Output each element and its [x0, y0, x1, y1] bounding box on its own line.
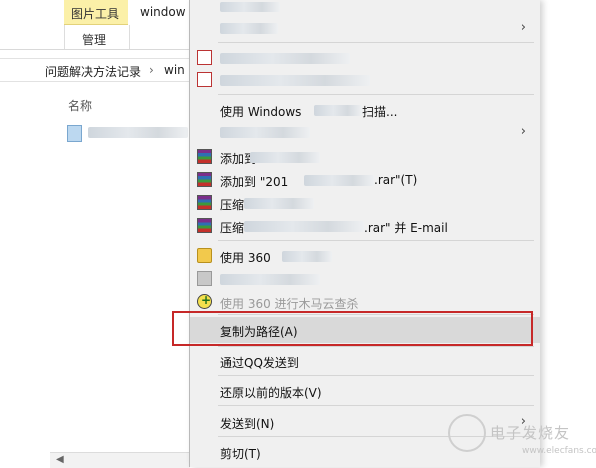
document-icon [197, 50, 212, 65]
picture-tools-label: 图片工具 [71, 7, 120, 21]
horizontal-scrollbar[interactable]: ◀ [50, 452, 190, 468]
blurred-label [220, 23, 278, 34]
manage-tab[interactable]: 管理 [64, 25, 130, 49]
menu-item-send-via-qq[interactable]: 通过QQ发送到 [190, 349, 540, 373]
menu-item-label: 剪切(T) [220, 447, 261, 461]
manage-tab-label: 管理 [82, 33, 107, 47]
blurred-label [220, 53, 350, 64]
menu-item-blurred-1[interactable] [190, 46, 540, 70]
360-security-icon [197, 248, 212, 263]
menu-item-add-to-rar[interactable]: 添加到 "201 .rar"(T) [190, 168, 540, 192]
menu-separator [218, 94, 534, 95]
blurred-label [244, 221, 364, 232]
column-header-name[interactable]: 名称 [68, 97, 92, 114]
context-menu: › 使用 Windows 扫描... › 添加到 添加到 "201 .rar"(… [189, 0, 540, 467]
explorer-window: 图片工具 管理 window 问题解决方法记录 › win 名称 ◀ [0, 0, 190, 468]
menu-item-give-access[interactable]: › [190, 120, 540, 144]
menu-item-label: 使用 360 进行木马云查杀 [220, 297, 359, 311]
menu-item-compress-rar-email[interactable]: 压缩 .rar" 并 E-mail [190, 214, 540, 238]
menu-item-blurred-2[interactable] [190, 68, 540, 92]
menu-item-label: 使用 Windows [220, 105, 302, 119]
blurred-label [220, 75, 370, 86]
menu-item-use-360[interactable]: 使用 360 [190, 244, 540, 268]
menu-item-add-to-archive[interactable]: 添加到 [190, 145, 540, 169]
menu-separator [218, 240, 534, 241]
winrar-icon [197, 195, 212, 210]
blurred-label [220, 127, 310, 138]
blurred-label [220, 2, 280, 12]
blurred-label [220, 274, 320, 285]
menu-separator [218, 375, 534, 376]
scroll-left-icon[interactable]: ◀ [56, 454, 64, 465]
menu-item-compress-email[interactable]: 压缩 [190, 191, 540, 215]
menu-item-label: 使用 360 [220, 251, 271, 265]
breadcrumb-folder[interactable]: 问题解决方法记录 [45, 63, 141, 80]
menu-item-label: 压缩 [220, 221, 245, 235]
menu-separator [218, 405, 534, 406]
ribbon-divider [0, 49, 190, 50]
breadcrumb-folder-current[interactable]: win [164, 63, 185, 77]
menu-item-label: 压缩 [220, 198, 245, 212]
menu-separator [218, 42, 534, 43]
menu-item-blurred-3[interactable] [190, 267, 540, 291]
watermark-text: 电子发烧友 [490, 424, 571, 442]
chevron-right-icon: › [520, 20, 526, 35]
window-title: window [140, 5, 186, 19]
shredder-icon [197, 271, 212, 286]
blurred-label [314, 105, 362, 116]
menu-separator [218, 346, 534, 347]
blurred-label [244, 198, 314, 209]
menu-item-label-suffix: 扫描... [362, 105, 398, 119]
annotation-highlight-box [172, 311, 533, 346]
file-row-selected[interactable] [62, 122, 190, 144]
blurred-file-name [88, 127, 188, 138]
blurred-label [250, 152, 320, 163]
menu-item-label: 通过QQ发送到 [220, 356, 299, 370]
watermark-logo-icon [448, 414, 486, 452]
watermark-url: www.elecfans.com [522, 446, 596, 456]
menu-item-label: 发送到(N) [220, 417, 275, 431]
menu-item-label: 添加到 "201 [220, 175, 289, 189]
address-bar[interactable]: 问题解决方法记录 › win [0, 58, 190, 82]
winrar-icon [197, 218, 212, 233]
360-plus-icon [197, 293, 212, 309]
blurred-label [282, 251, 332, 262]
blurred-label [304, 175, 374, 186]
winrar-icon [197, 149, 212, 164]
menu-item-label-suffix: .rar" 并 E-mail [364, 221, 448, 235]
chevron-right-icon: › [520, 124, 526, 139]
watermark: 电子发烧友 www.elecfans.com [440, 412, 596, 462]
menu-item-label-suffix: .rar"(T) [374, 173, 418, 187]
image-file-icon [67, 125, 82, 142]
menu-item-label: 还原以前的版本(V) [220, 386, 322, 400]
menu-item-submenu-blurred[interactable]: › [190, 16, 540, 40]
picture-tools-tab[interactable]: 图片工具 [64, 0, 128, 25]
document-icon [197, 72, 212, 87]
breadcrumb-separator[interactable]: › [149, 63, 154, 77]
menu-item-restore-previous-versions[interactable]: 还原以前的版本(V) [190, 379, 540, 403]
winrar-icon [197, 172, 212, 187]
menu-item-windows-scan[interactable]: 使用 Windows 扫描... [190, 98, 540, 122]
